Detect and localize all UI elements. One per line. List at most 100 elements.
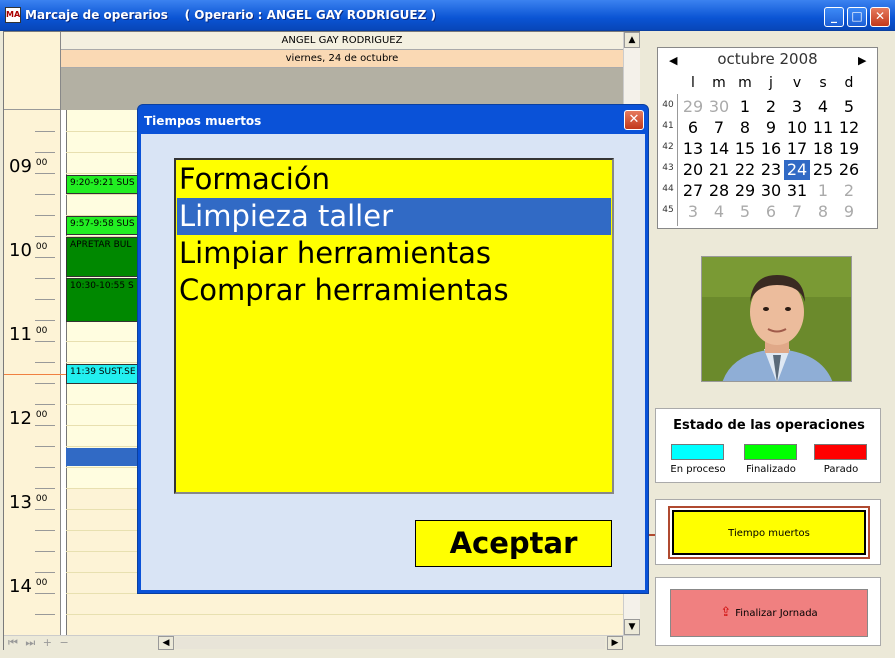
calendar-day[interactable]: 11 bbox=[810, 118, 836, 138]
calendar-day[interactable]: 5 bbox=[732, 202, 758, 222]
status-legend: Estado de las operaciones En proceso Fina… bbox=[655, 408, 881, 483]
calendar-day[interactable]: 6 bbox=[758, 202, 784, 222]
time-tick bbox=[35, 236, 55, 237]
time-tick bbox=[35, 131, 55, 132]
close-icon[interactable]: ✕ bbox=[870, 7, 890, 27]
calendar-day[interactable]: 26 bbox=[836, 160, 862, 180]
calendar-day[interactable]: 14 bbox=[706, 139, 732, 159]
calendar-day[interactable]: 2 bbox=[836, 181, 862, 201]
scroll-down-icon[interactable]: ▼ bbox=[624, 619, 640, 635]
hour-value: 14 bbox=[9, 576, 32, 597]
hour-value: 12 bbox=[9, 408, 32, 429]
week-number: 44 bbox=[662, 184, 674, 194]
grid-line bbox=[66, 614, 623, 615]
calendar-day[interactable]: 10 bbox=[784, 118, 810, 138]
calendar-day[interactable]: 1 bbox=[810, 181, 836, 201]
status-swatch bbox=[744, 444, 797, 460]
time-tick bbox=[35, 551, 55, 552]
calendar-day[interactable]: 2 bbox=[758, 97, 784, 117]
time-tick bbox=[35, 257, 55, 258]
reason-list[interactable]: Formación Limpieza taller Limpiar herramie… bbox=[174, 158, 614, 494]
time-tick bbox=[35, 530, 55, 531]
finish-day-button[interactable]: ⇪ Finalizar Jornada bbox=[670, 589, 868, 637]
dialog-close-icon[interactable]: ✕ bbox=[624, 110, 644, 130]
calendar-day[interactable]: 16 bbox=[758, 139, 784, 159]
dead-time-button[interactable]: Tiempo muertos bbox=[668, 506, 870, 559]
minimize-icon[interactable]: _ bbox=[824, 7, 844, 27]
week-number: 42 bbox=[662, 142, 674, 152]
time-tick bbox=[35, 215, 55, 216]
weekday-header: d bbox=[844, 75, 854, 91]
calendar-day[interactable]: 7 bbox=[706, 118, 732, 138]
calendar-day[interactable]: 8 bbox=[732, 118, 758, 138]
calendar-day[interactable]: 15 bbox=[732, 139, 758, 159]
scroll-left-icon[interactable]: ◀ bbox=[158, 636, 174, 650]
calendar-day[interactable]: 5 bbox=[836, 97, 862, 117]
scroll-right-icon[interactable]: ▶ bbox=[607, 636, 623, 650]
accept-button[interactable]: Aceptar bbox=[415, 520, 612, 567]
dialog-title: Tiempos muertos bbox=[144, 114, 262, 128]
calendar-day[interactable]: 13 bbox=[680, 139, 706, 159]
calendar-day[interactable]: 3 bbox=[680, 202, 706, 222]
calendar-day[interactable]: 1 bbox=[732, 97, 758, 117]
calendar-day[interactable]: 30 bbox=[706, 97, 732, 117]
appointment[interactable]: 11:39 SUST.SE bbox=[66, 364, 144, 384]
appointment[interactable]: 10:30-10:55 S bbox=[66, 278, 144, 322]
week-number: 41 bbox=[662, 121, 674, 131]
reason-item[interactable]: Comprar herramientas bbox=[177, 272, 611, 309]
hours-header bbox=[4, 32, 60, 110]
calendar-day[interactable]: 19 bbox=[836, 139, 862, 159]
calendar-day[interactable]: 8 bbox=[810, 202, 836, 222]
weekday-header: m bbox=[738, 75, 752, 91]
weekday-header: j bbox=[769, 75, 773, 91]
calendar-day[interactable]: 18 bbox=[810, 139, 836, 159]
horizontal-scrollbar[interactable]: ⏮ ⏭ + − ◀ ▶ bbox=[4, 635, 640, 650]
calendar-day[interactable]: 25 bbox=[810, 160, 836, 180]
calendar-day[interactable]: 28 bbox=[706, 181, 732, 201]
calendar-day[interactable]: 27 bbox=[680, 181, 706, 201]
weekday-header: m bbox=[712, 75, 726, 91]
time-tick bbox=[35, 152, 55, 153]
next-month-icon[interactable]: ▶ bbox=[858, 54, 866, 67]
reason-item[interactable]: Limpiar herramientas bbox=[177, 235, 611, 272]
horizontal-track[interactable] bbox=[175, 637, 605, 649]
calendar-day[interactable]: 7 bbox=[784, 202, 810, 222]
calendar-day[interactable]: 29 bbox=[680, 97, 706, 117]
calendar-day[interactable]: 31 bbox=[784, 181, 810, 201]
calendar-day[interactable]: 6 bbox=[680, 118, 706, 138]
week-number: 45 bbox=[662, 205, 674, 215]
calendar-day[interactable]: 23 bbox=[758, 160, 784, 180]
appointment[interactable]: 9:20-9:21 SUS bbox=[66, 175, 144, 194]
scroll-up-icon[interactable]: ▲ bbox=[624, 32, 640, 48]
selected-slot[interactable] bbox=[66, 448, 146, 466]
calendar-day[interactable]: 22 bbox=[732, 160, 758, 180]
reason-item[interactable]: Limpieza taller bbox=[177, 198, 611, 235]
reason-item[interactable]: Formación bbox=[177, 161, 611, 198]
month-calendar: ◀ octubre 2008 ▶ l m m j v s d 40 29 30 1 2 3 4 5 41 6 7 8… bbox=[657, 47, 878, 229]
app-icon[interactable]: MA bbox=[5, 7, 21, 23]
calendar-day[interactable]: 4 bbox=[810, 97, 836, 117]
status-legend-title: Estado de las operaciones bbox=[673, 418, 865, 433]
navigator-buttons[interactable]: ⏮ ⏭ + − bbox=[8, 636, 71, 650]
calendar-day[interactable]: 21 bbox=[706, 160, 732, 180]
calendar-day[interactable]: 4 bbox=[706, 202, 732, 222]
calendar-day[interactable]: 9 bbox=[836, 202, 862, 222]
calendar-day[interactable]: 12 bbox=[836, 118, 862, 138]
calendar-day[interactable]: 3 bbox=[784, 97, 810, 117]
finish-frame: ⇪ Finalizar Jornada bbox=[655, 577, 881, 646]
appointment[interactable]: 9:57-9:58 SUS bbox=[66, 216, 144, 235]
calendar-day[interactable]: 30 bbox=[758, 181, 784, 201]
current-time-line bbox=[4, 374, 74, 375]
calendar-day[interactable]: 29 bbox=[732, 181, 758, 201]
calendar-day[interactable]: 17 bbox=[784, 139, 810, 159]
time-tick bbox=[35, 320, 55, 321]
calendar-day[interactable]: 24 bbox=[784, 160, 810, 180]
calendar-day[interactable]: 20 bbox=[680, 160, 706, 180]
time-tick bbox=[35, 425, 55, 426]
calendar-day[interactable]: 9 bbox=[758, 118, 784, 138]
appointment[interactable]: APRETAR BUL bbox=[66, 237, 144, 277]
time-tick bbox=[35, 614, 55, 615]
maximize-icon[interactable]: □ bbox=[847, 7, 867, 27]
dead-time-dialog: Tiempos muertos ✕ Formación Limpieza tall… bbox=[137, 104, 649, 594]
dialog-body: Formación Limpieza taller Limpiar herramie… bbox=[141, 134, 645, 590]
